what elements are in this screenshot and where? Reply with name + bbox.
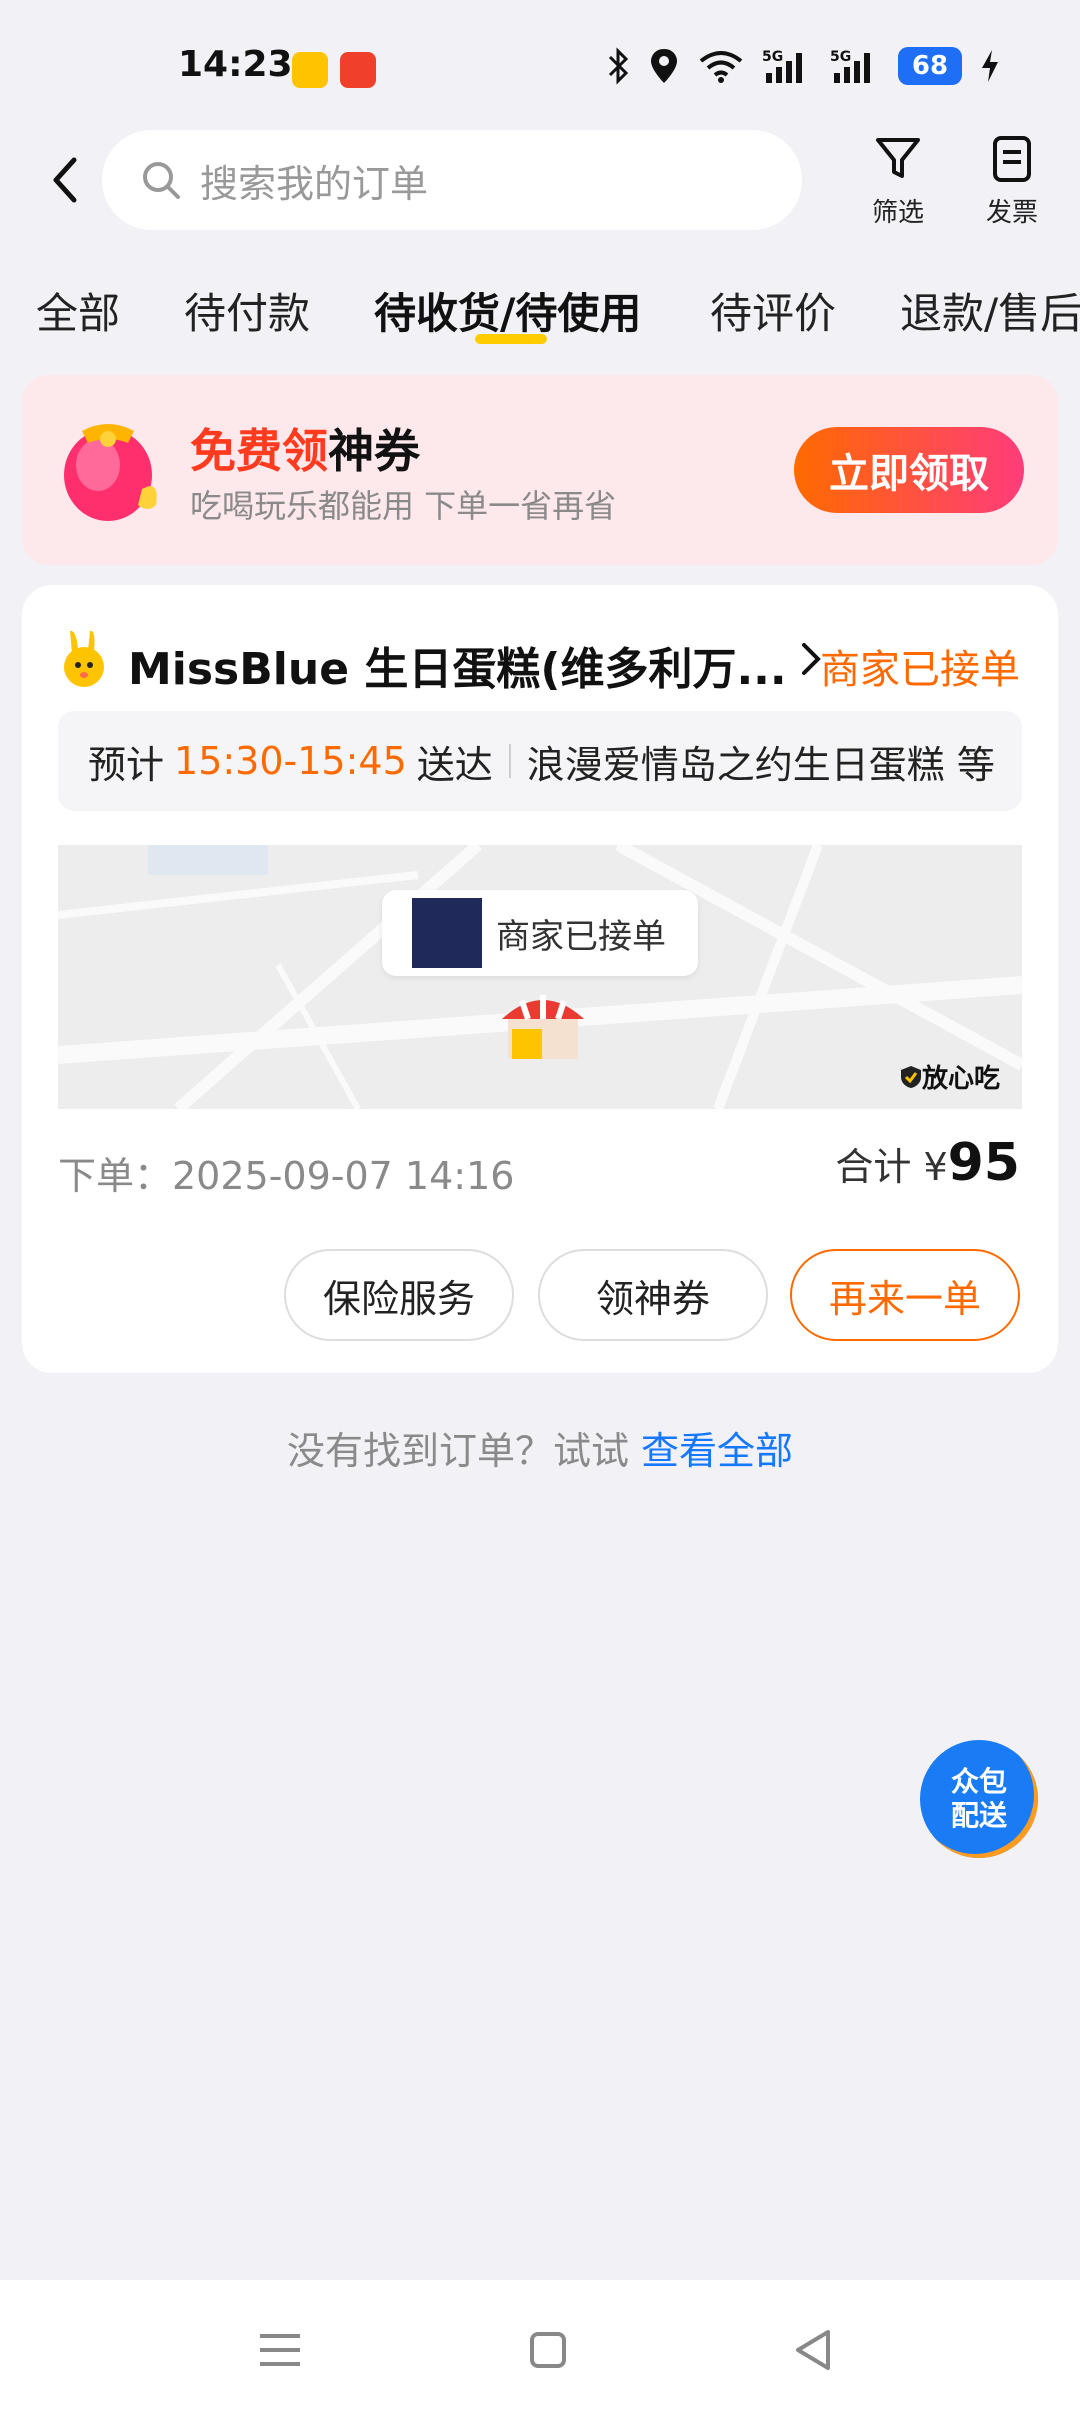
promo-title: 免费领神券 [190, 415, 420, 481]
back-triangle-icon[interactable] [784, 2320, 844, 2380]
order-tabs: 全部 待付款 待收货/待使用 待评价 退款/售后 [0, 270, 1080, 350]
get-coupon-button[interactable]: 领神券 [538, 1249, 768, 1341]
promo-subtitle: 吃喝玩乐都能用 下单一省再省 [190, 487, 617, 525]
coupon-promo-banner[interactable]: 免费领神券 吃喝玩乐都能用 下单一省再省 立即领取 [22, 375, 1058, 565]
signal-5g-icon-2: 5G [830, 49, 870, 83]
video-app-icon [340, 52, 376, 88]
eta-box: 预计 15:30-15:45 送达 浪漫爱情岛之约生日蛋糕 等 [58, 711, 1022, 811]
meituan-app-icon [292, 52, 328, 88]
search-input[interactable]: 搜索我的订单 [102, 130, 802, 230]
tab-refund[interactable]: 退款/售后 [900, 280, 1080, 341]
map-bubble-text: 商家已接单 [496, 916, 666, 957]
order-status: 商家已接单 [820, 647, 1020, 693]
order-time: 下单：2025-09-07 14:16 [58, 1154, 515, 1198]
filter-label: 筛选 [871, 198, 924, 228]
filter-button[interactable]: 筛选 [848, 134, 948, 229]
order-card[interactable]: MissBlue 生日蛋糕(维多利万... 商家已接单 预计 15:30-15:… [22, 585, 1058, 1373]
charging-icon [982, 50, 998, 82]
reorder-button[interactable]: 再来一单 [790, 1249, 1020, 1341]
insurance-service-button[interactable]: 保险服务 [284, 1249, 514, 1341]
search-icon [143, 162, 180, 199]
no-order-hint-text: 没有找到订单？试试 [286, 1429, 629, 1473]
top-bar: 搜索我的订单 筛选 发票 [0, 120, 1080, 250]
tab-pending-payment[interactable]: 待付款 [184, 280, 310, 341]
no-order-hint: 没有找到订单？试试 查看全部 [0, 1420, 1080, 1475]
status-time: 14:23 [178, 44, 293, 85]
map-roads [58, 845, 1022, 1109]
delivery-map[interactable]: 商家已接单 放心吃 [58, 845, 1022, 1109]
total-label: 合计 [835, 1145, 912, 1189]
svg-text:5G: 5G [830, 49, 851, 65]
promo-title-highlight: 免费领 [190, 424, 328, 478]
battery-indicator: 68 [898, 47, 962, 85]
status-icons: 5G 5G 68 [606, 44, 1000, 88]
shop-logo-thumbnail [412, 898, 482, 968]
shop-row[interactable]: MissBlue 生日蛋糕(维多利万... 商家已接单 [60, 625, 1020, 695]
system-nav-bar [0, 2280, 1080, 2412]
shop-pin-icon [502, 995, 584, 1059]
signal-5g-icon: 5G [762, 49, 802, 83]
invoice-button[interactable]: 发票 [962, 134, 1062, 229]
tab-all[interactable]: 全部 [36, 280, 120, 341]
safe-eat-badge: 放心吃 [900, 1058, 1000, 1095]
shield-icon [900, 1065, 921, 1088]
svg-text:5G: 5G [762, 49, 783, 65]
view-all-link[interactable]: 查看全部 [641, 1429, 793, 1473]
map-status-bubble: 商家已接单 [382, 890, 698, 976]
total-value: 95 [947, 1133, 1020, 1193]
wifi-icon [699, 51, 743, 83]
invoice-icon [993, 136, 1031, 182]
red-envelope-icon [64, 424, 157, 521]
bluetooth-icon [608, 47, 629, 85]
tab-pending-review[interactable]: 待评价 [710, 280, 836, 341]
location-icon [651, 49, 677, 83]
order-items: 浪漫爱情岛之约生日蛋糕 等 [526, 742, 995, 787]
filter-icon [876, 138, 920, 178]
home-icon[interactable] [518, 2320, 578, 2380]
claim-coupon-button[interactable]: 立即领取 [794, 427, 1024, 513]
active-tab-indicator [475, 334, 547, 344]
search-placeholder: 搜索我的订单 [200, 161, 429, 206]
eta-suffix: 送达 [416, 742, 493, 787]
tab-pending-receipt[interactable]: 待收货/待使用 [374, 280, 641, 341]
float-line2: 配送 [950, 1799, 1007, 1832]
invoice-label: 发票 [985, 198, 1038, 228]
status-bar: 14:23 5G 5G 68 [0, 0, 1080, 120]
float-line1: 众包 [950, 1765, 1007, 1798]
eta-prefix: 预计 [88, 742, 165, 787]
total-currency: ¥ [923, 1145, 948, 1189]
safe-eat-text: 放心吃 [921, 1064, 1000, 1094]
crowdsource-delivery-button[interactable]: 众包 配送 [920, 1740, 1038, 1858]
shop-name[interactable]: MissBlue 生日蛋糕(维多利万... [128, 633, 787, 697]
promo-title-rest: 神券 [328, 424, 420, 478]
eta-divider [508, 744, 511, 778]
back-arrow-icon[interactable] [38, 150, 98, 210]
menu-icon[interactable] [250, 2320, 310, 2380]
eta-time: 15:30-15:45 [174, 739, 407, 783]
shop-mascot-icon [64, 630, 104, 687]
order-total: 合计 ¥95 [835, 1133, 1020, 1193]
